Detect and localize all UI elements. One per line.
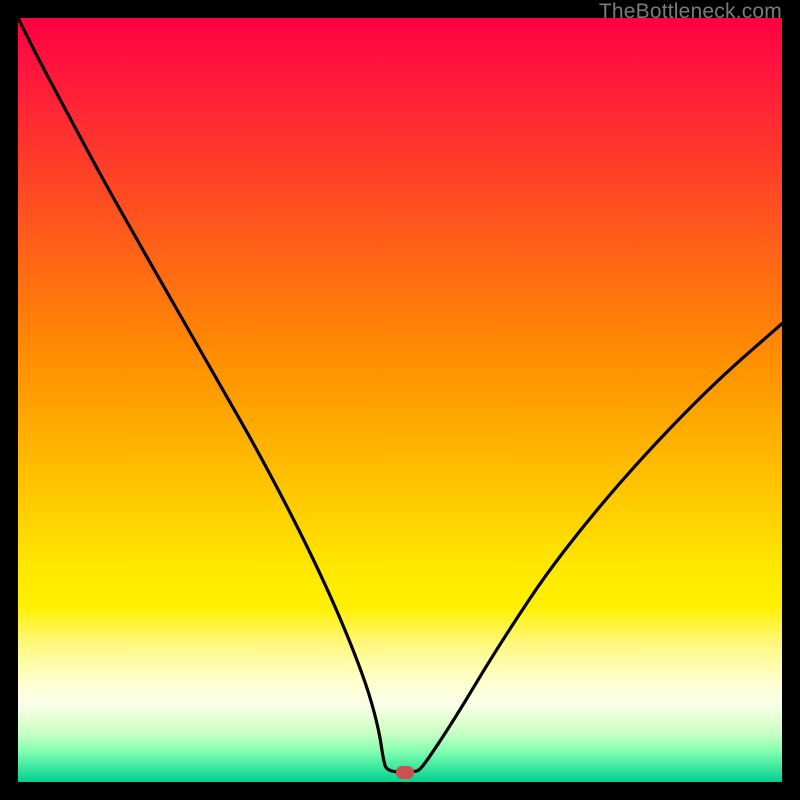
chart-container: TheBottleneck.com xyxy=(0,0,800,800)
optimal-point-marker xyxy=(396,766,414,779)
watermark-text: TheBottleneck.com xyxy=(599,0,782,24)
curve-layer xyxy=(18,18,782,782)
bottleneck-curve xyxy=(18,18,782,772)
